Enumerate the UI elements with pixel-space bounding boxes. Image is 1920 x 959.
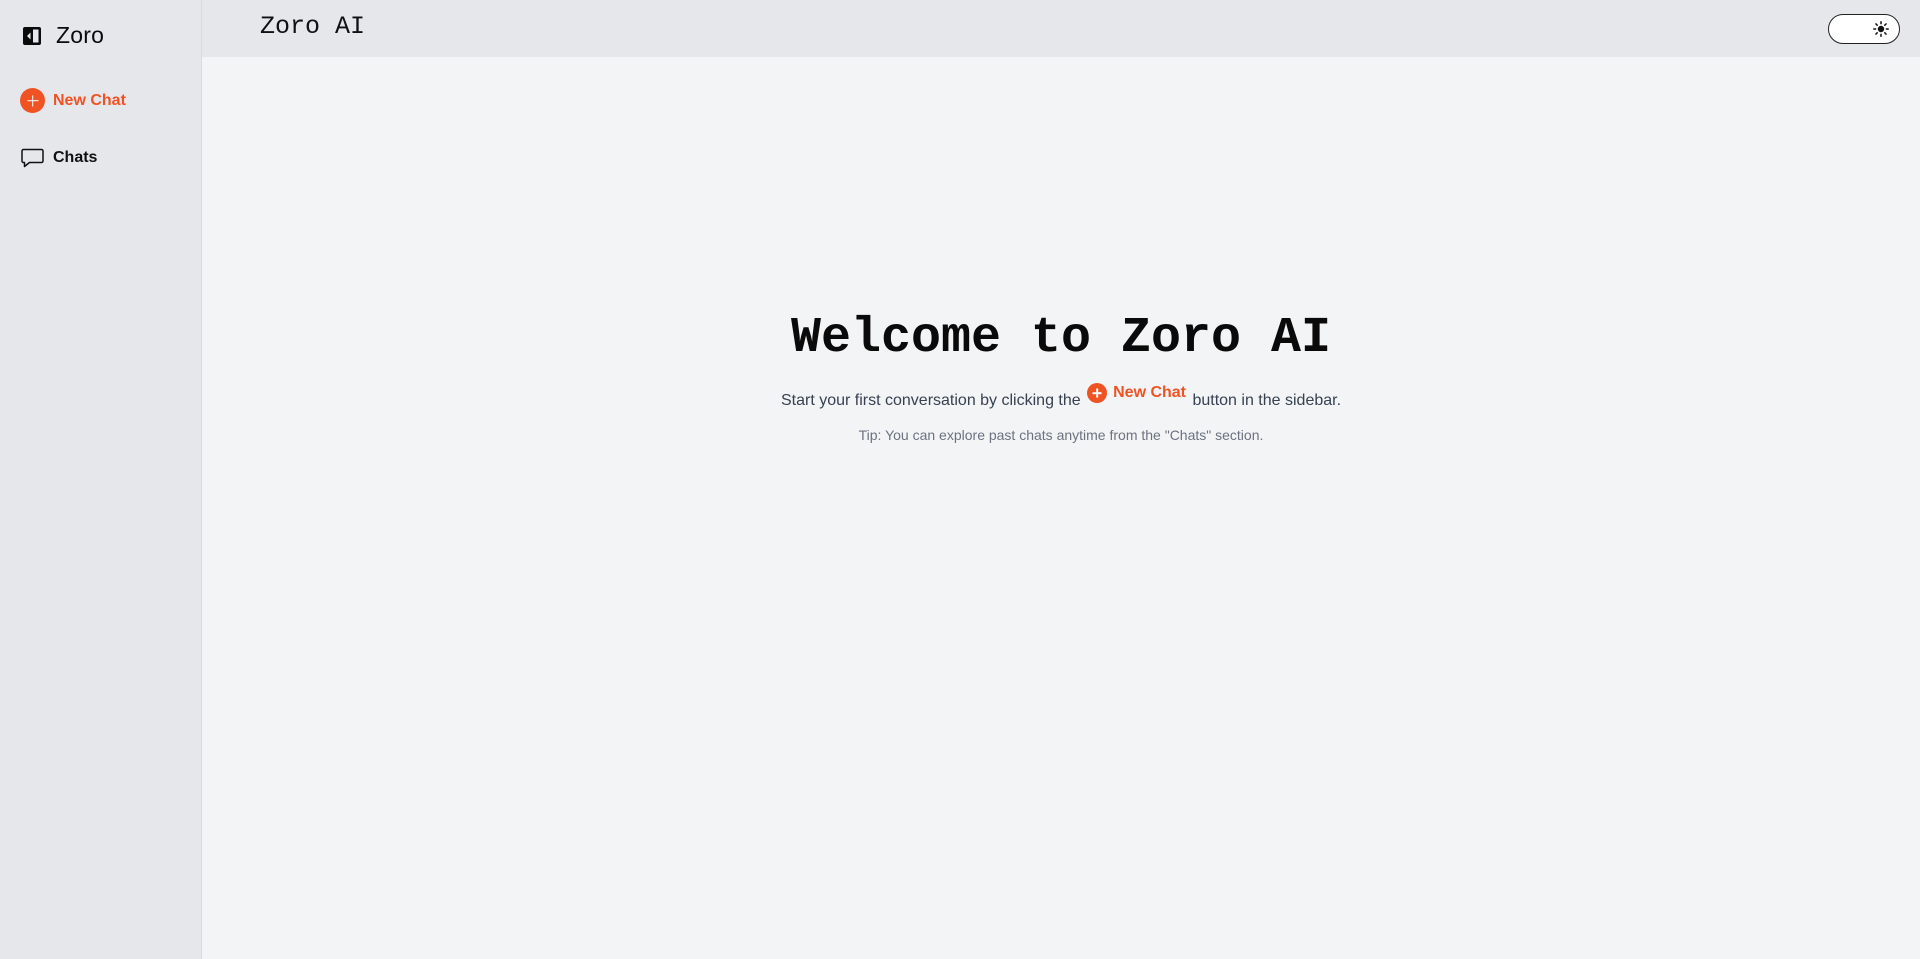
main-content: Welcome to Zoro AI Start your first conv… (202, 57, 1920, 959)
theme-toggle[interactable] (1828, 14, 1900, 44)
plus-circle-icon (20, 88, 45, 113)
tip-text: Tip: You can explore past chats anytime … (858, 427, 1264, 443)
page-title: Zoro AI (260, 12, 366, 41)
sun-icon (1873, 21, 1889, 37)
sidebar-item-chats[interactable]: Chats (20, 145, 97, 170)
sidebar-item-label: New Chat (53, 91, 126, 109)
welcome-heading: Welcome to Zoro AI (790, 310, 1332, 367)
sidebar: Zoro New Chat Chats (0, 0, 202, 959)
subtitle-text-after: button in the sidebar. (1192, 392, 1342, 409)
brand-name: Zoro (56, 22, 105, 48)
brand: Zoro (22, 22, 104, 49)
chat-bubble-icon (20, 145, 45, 170)
plus-circle-icon (1087, 383, 1108, 403)
sidebar-item-new-chat[interactable]: New Chat (20, 88, 126, 113)
inline-new-chat-label: New Chat (1113, 384, 1187, 401)
sidebar-item-label: Chats (53, 148, 98, 166)
top-bar: Zoro AI (202, 0, 1920, 57)
welcome-subtitle: Start your first conversation by clickin… (202, 383, 1920, 410)
inline-new-chat-button[interactable]: New Chat (1087, 383, 1186, 403)
sidebar-toggle-icon[interactable] (22, 26, 42, 46)
subtitle-text-before: Start your first conversation by clickin… (780, 392, 1081, 409)
